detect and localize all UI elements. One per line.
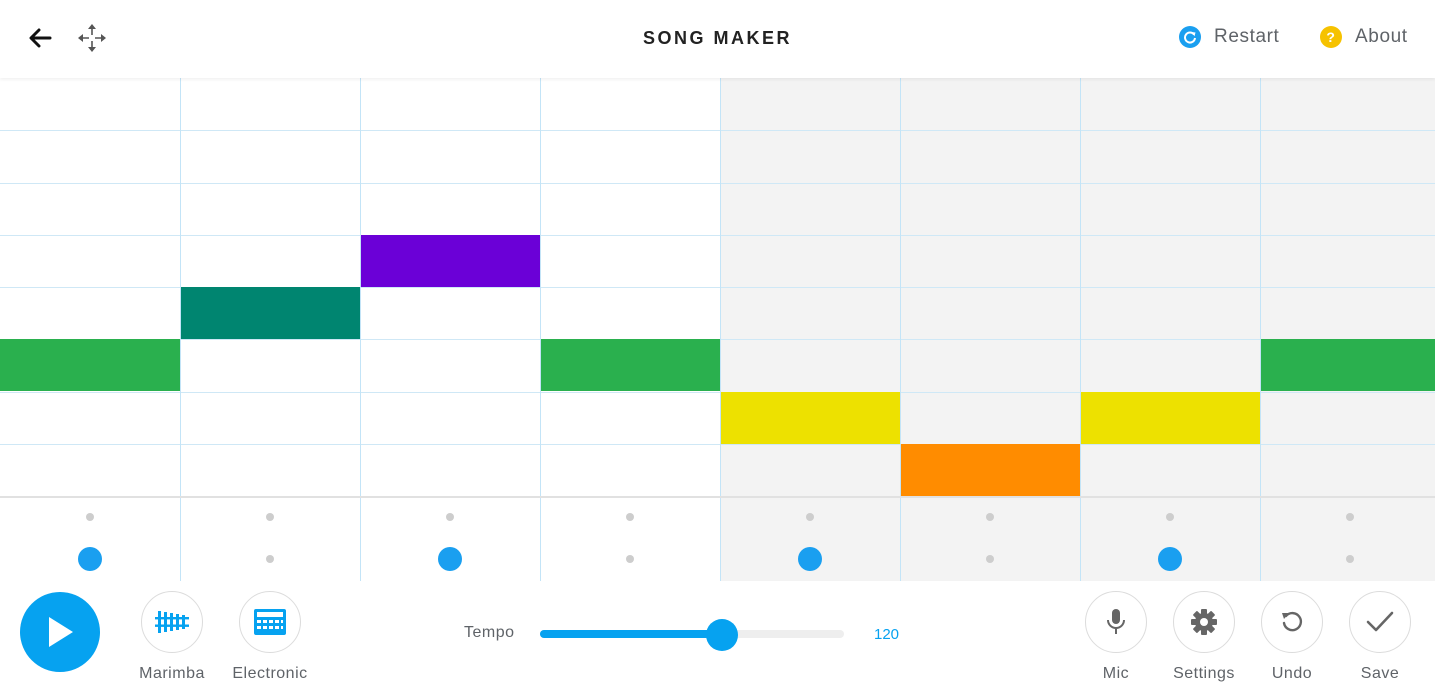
rhythm-column-line [360,498,361,581]
about-label: About [1355,26,1408,47]
song-maker-app: SONG MAKER Restart ? About Marimba Elect… [0,0,1435,689]
grid-row-line [0,444,1435,445]
grid-row-line [0,130,1435,131]
marimba-label: Marimba [139,665,205,682]
drum-machine-icon [254,609,286,635]
grid-column-line [180,78,181,496]
grid-column-line [360,78,361,496]
gear-icon [1191,609,1217,635]
save-label: Save [1360,665,1400,682]
note-block[interactable] [1260,339,1435,391]
grid-row-line [0,235,1435,236]
rhythm-beat[interactable] [986,513,994,521]
grid-column-line [540,78,541,496]
rhythm-beat-active[interactable] [78,547,102,571]
grid-column-line [900,78,901,496]
electronic-button[interactable]: Electronic [220,591,320,683]
about-button[interactable]: ? About [1320,26,1408,48]
rhythm-column-line [900,498,901,581]
rhythm-beat[interactable] [806,513,814,521]
restart-label: Restart [1214,26,1280,47]
rhythm-column-line [1080,498,1081,581]
mic-button[interactable]: Mic [1066,591,1166,683]
restart-button[interactable]: Restart [1179,26,1279,48]
rhythm-beat-active[interactable] [438,547,462,571]
note-block[interactable] [1080,392,1260,444]
mic-icon [1107,609,1125,634]
note-block[interactable] [180,287,360,339]
check-icon [1366,611,1394,632]
note-block[interactable] [0,339,180,391]
grid-column-line [1080,78,1081,496]
note-block[interactable] [900,444,1080,496]
rhythm-beat[interactable] [266,513,274,521]
grid-column-line [720,78,721,496]
rhythm-beat-active[interactable] [798,547,822,571]
rhythm-beat[interactable] [266,555,274,563]
save-button[interactable]: Save [1330,591,1430,683]
settings-label: Settings [1173,665,1235,682]
mic-label: Mic [1102,665,1130,682]
note-block[interactable] [720,392,900,444]
marimba-icon [155,611,189,633]
rhythm-beat[interactable] [1346,513,1354,521]
rhythm-beat[interactable] [86,513,94,521]
rhythm-beat[interactable] [626,513,634,521]
question-icon: ? [1320,26,1342,48]
rhythm-beat[interactable] [986,555,994,563]
rhythm-column-line [180,498,181,581]
undo-label: Undo [1271,665,1313,682]
rhythm-grid[interactable] [0,498,1435,581]
mic-circle[interactable] [1085,591,1147,653]
undo-circle[interactable] [1261,591,1323,653]
rhythm-beat[interactable] [1166,513,1174,521]
rhythm-column-shade [900,498,1080,581]
refresh-icon [1179,26,1201,48]
undo-button[interactable]: Undo [1242,591,1342,683]
rhythm-column-line [1260,498,1261,581]
note-block[interactable] [360,235,540,287]
settings-button[interactable]: Settings [1154,591,1254,683]
marimba-circle[interactable] [141,591,203,653]
rhythm-beat-active[interactable] [1158,547,1182,571]
save-circle[interactable] [1349,591,1411,653]
rhythm-column-line [540,498,541,581]
marimba-button[interactable]: Marimba [122,591,222,683]
rhythm-column-shade [1260,498,1435,581]
rhythm-column-line [720,498,721,581]
grid-column-line [1260,78,1261,496]
tempo-label: Tempo [464,624,515,641]
note-block[interactable] [540,339,720,391]
settings-circle[interactable] [1173,591,1235,653]
header-bar: SONG MAKER Restart ? About [0,0,1435,78]
play-icon [49,617,73,647]
tempo-slider[interactable] [540,619,844,651]
bottom-toolbar: Marimba Electronic Tempo 120 Mic Setting… [0,581,1435,689]
tempo-fill [540,630,723,638]
rhythm-beat[interactable] [626,555,634,563]
rhythm-beat[interactable] [446,513,454,521]
electronic-label: Electronic [232,665,308,682]
tempo-value: 120 [874,626,900,643]
electronic-circle[interactable] [239,591,301,653]
tempo-thumb[interactable] [706,619,739,651]
undo-icon [1282,611,1303,632]
rhythm-beat[interactable] [1346,555,1354,563]
play-button[interactable] [20,592,100,672]
grid-row-line [0,183,1435,184]
melody-grid[interactable] [0,78,1435,496]
